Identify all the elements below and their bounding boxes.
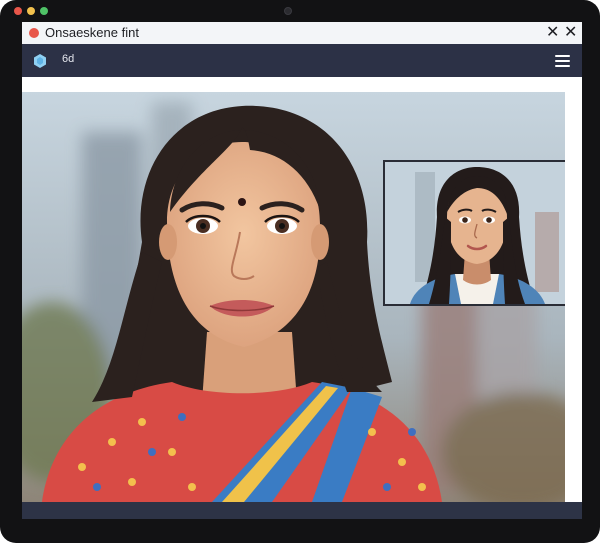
close-window-icon[interactable]: ✕: [564, 23, 577, 43]
yellow-dot-icon[interactable]: [27, 7, 35, 15]
red-dot-icon[interactable]: [14, 7, 22, 15]
laptop-bezel: Onsaeskene fint ✕ ✕ 6d: [0, 0, 600, 543]
hexagon-logo-icon[interactable]: [32, 53, 48, 69]
hamburger-menu-icon[interactable]: [555, 55, 570, 67]
green-dot-icon[interactable]: [40, 7, 48, 15]
app-window: Onsaeskene fint ✕ ✕ 6d: [22, 22, 582, 519]
call-control-bar[interactable]: [22, 502, 582, 519]
self-view-portrait: [385, 162, 565, 304]
title-bar: Onsaeskene fint ✕ ✕: [22, 22, 582, 45]
record-dot-icon: [29, 28, 39, 38]
self-view-video[interactable]: [383, 160, 565, 306]
main-video-feed[interactable]: [22, 92, 565, 502]
right-scrollbar[interactable]: [565, 92, 582, 502]
webcam-icon: [284, 7, 292, 15]
nav-label: 6d: [62, 53, 75, 65]
close-icon[interactable]: ✕: [546, 23, 559, 43]
nav-bar: 6d: [22, 44, 582, 77]
window-title: Onsaeskene fint: [45, 25, 139, 40]
window-dots: [14, 7, 48, 15]
